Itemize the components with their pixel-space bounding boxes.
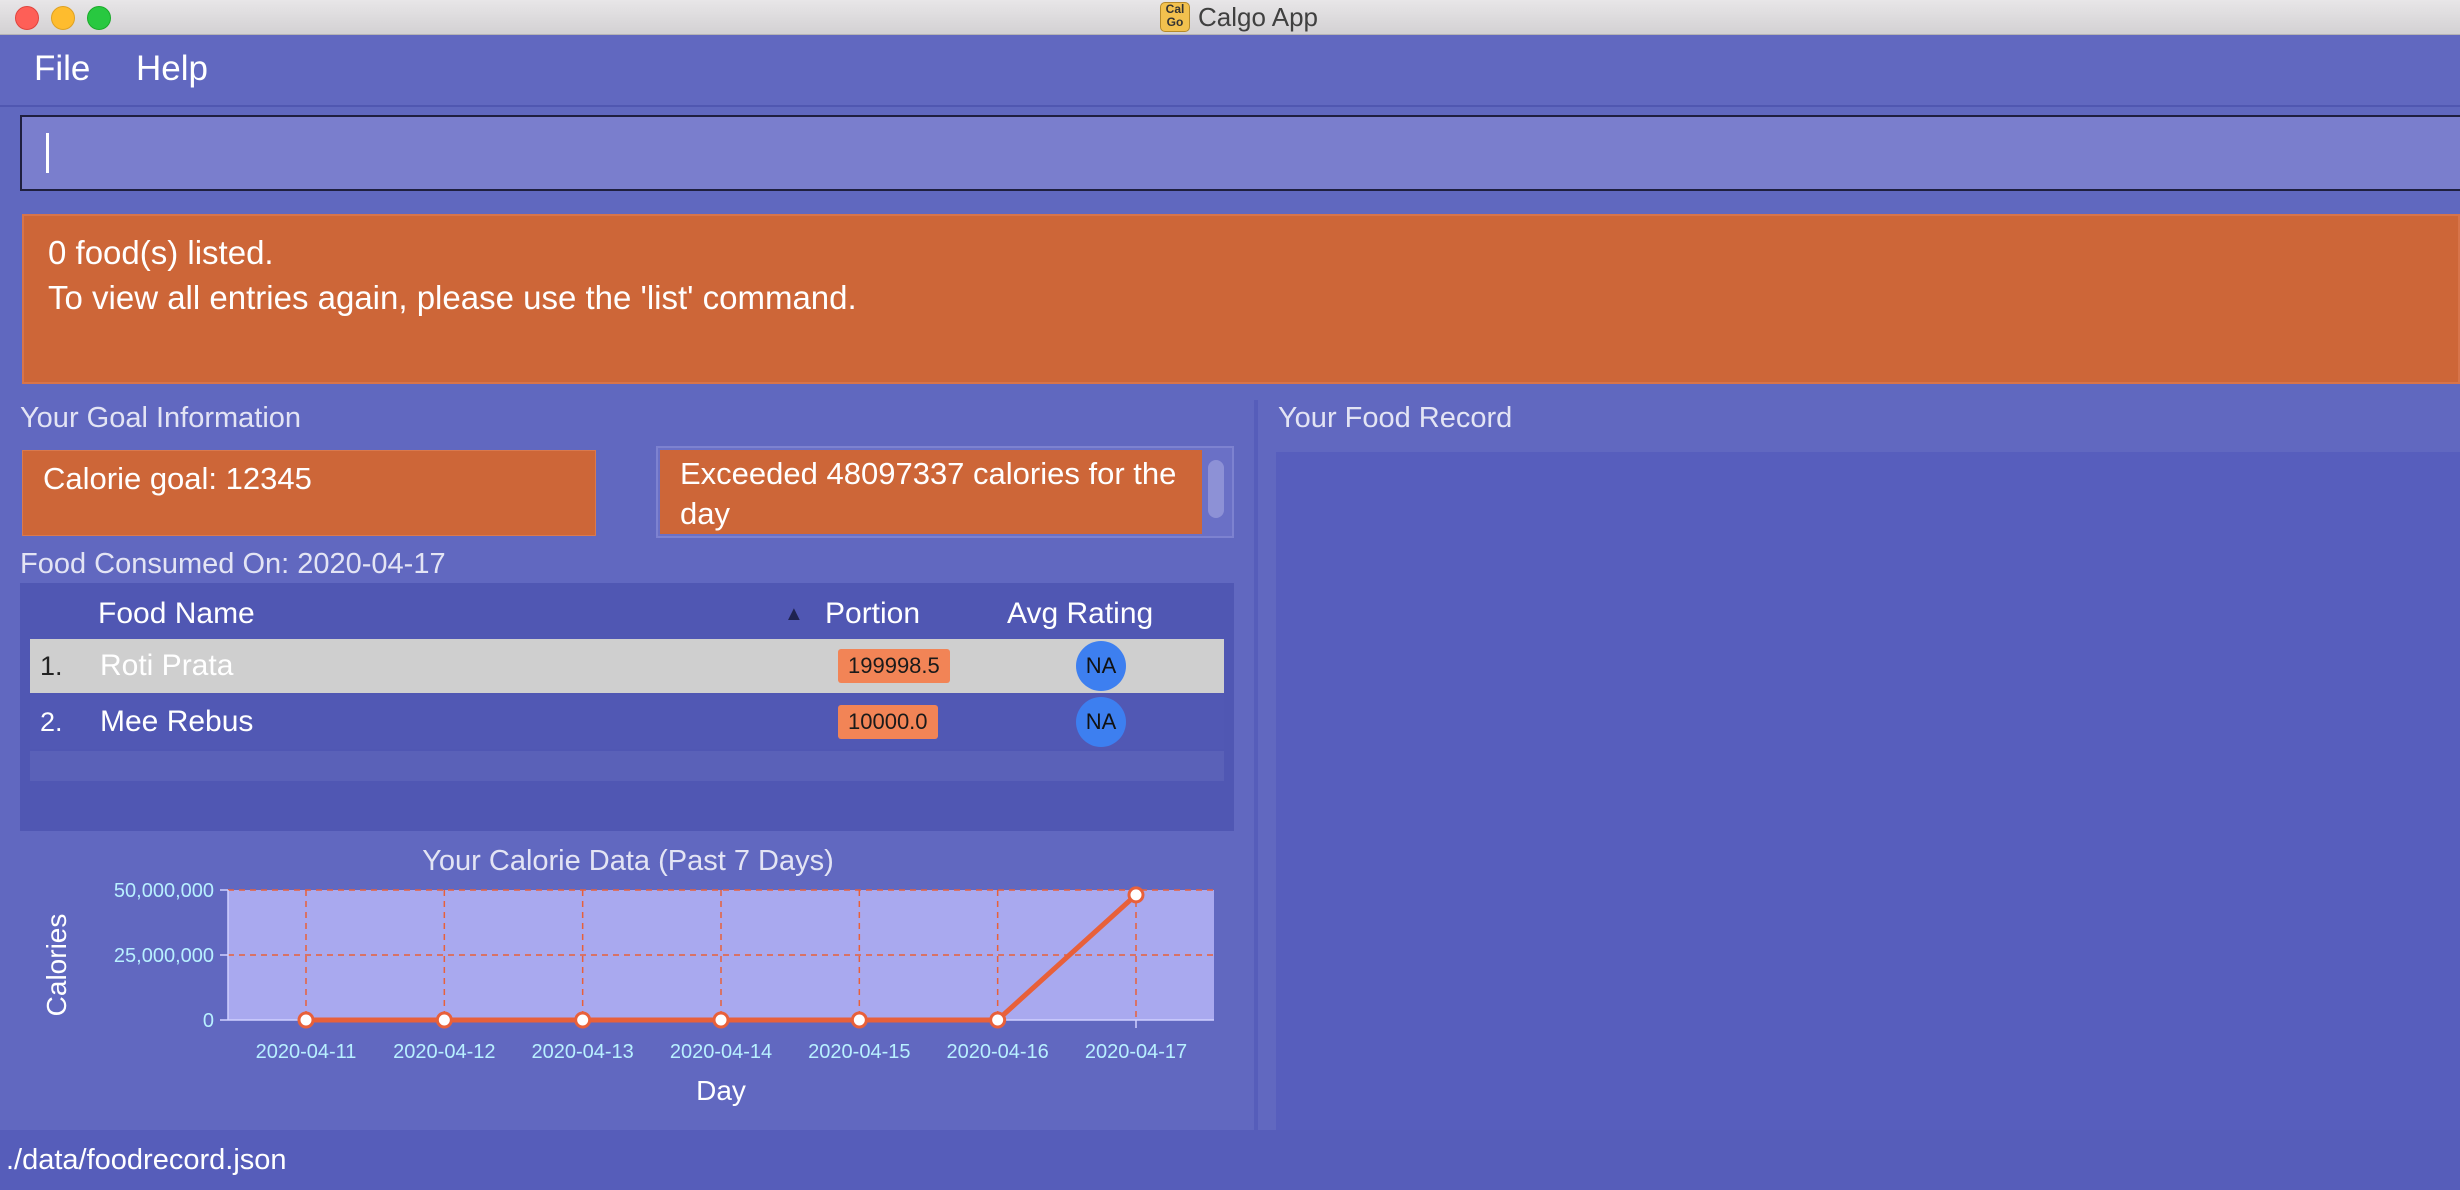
row-index: 1. xyxy=(40,651,63,681)
table-row[interactable]: 1. Roti Prata 199998.5 NA xyxy=(30,639,1224,693)
data-point xyxy=(574,1011,592,1029)
x-tick-label: 2020-04-12 xyxy=(393,1041,495,1063)
result-display: 0 food(s) listed. To view all entries ag… xyxy=(22,214,2460,384)
row-index: 2. xyxy=(40,707,63,737)
chart-title: Your Calorie Data (Past 7 Days) xyxy=(422,845,834,877)
exceeded-scrollbar[interactable] xyxy=(1208,460,1224,518)
goal-panel: Your Goal Information Calorie goal: 1234… xyxy=(0,400,1258,1130)
x-tick-label: 2020-04-16 xyxy=(947,1041,1049,1063)
x-tick-label: 2020-04-11 xyxy=(256,1041,357,1063)
column-header-avg-rating[interactable]: Avg Rating xyxy=(1007,597,1153,631)
food-name-cell: Mee Rebus xyxy=(100,705,254,738)
maximize-window-button[interactable] xyxy=(87,6,111,30)
table-empty-area xyxy=(30,751,1224,781)
y-axis-label: Calories xyxy=(41,914,72,1017)
exceeded-calories-box: Exceeded 48097337 calories for the day xyxy=(656,446,1234,538)
portion-badge: 10000.0 xyxy=(838,705,938,739)
exceeded-calories-text: Exceeded 48097337 calories for the day xyxy=(660,450,1202,534)
data-point xyxy=(435,1011,453,1029)
sort-ascending-icon[interactable]: ▲ xyxy=(784,603,804,626)
app-logo-icon: Cal Go xyxy=(1160,2,1190,32)
food-name-cell: Roti Prata xyxy=(100,649,234,682)
data-point xyxy=(712,1011,730,1029)
window-title: Calgo App xyxy=(1198,2,1318,32)
data-point xyxy=(1127,886,1145,904)
status-bar-file-path: ./data/foodrecord.json xyxy=(0,1130,2460,1190)
window-title-group: Cal Go Calgo App xyxy=(1160,0,1318,34)
column-header-portion[interactable]: Portion xyxy=(825,597,920,631)
calorie-goal-display: Calorie goal: 12345 xyxy=(22,450,596,536)
data-point xyxy=(850,1011,868,1029)
menu-help[interactable]: Help xyxy=(136,49,208,89)
text-caret xyxy=(46,133,49,173)
y-tick-label: 25,000,000 xyxy=(114,945,214,967)
rating-badge: NA xyxy=(1076,641,1126,691)
command-input[interactable] xyxy=(20,115,2460,191)
x-tick-label: 2020-04-15 xyxy=(808,1041,910,1063)
x-tick-label: 2020-04-17 xyxy=(1085,1041,1187,1063)
title-bar: Cal Go Calgo App xyxy=(0,0,2460,35)
y-tick-label: 0 xyxy=(203,1010,214,1032)
consumed-date-title: Food Consumed On: 2020-04-17 xyxy=(20,548,446,580)
menu-bar: File Help xyxy=(0,35,2460,107)
portion-badge: 199998.5 xyxy=(838,649,950,683)
food-record-list[interactable] xyxy=(1276,452,2460,1130)
x-tick-label: 2020-04-13 xyxy=(532,1041,634,1063)
food-record-title: Your Food Record xyxy=(1278,402,1513,434)
column-header-food-name[interactable]: Food Name xyxy=(98,597,255,631)
menu-file[interactable]: File xyxy=(34,49,90,89)
rating-badge: NA xyxy=(1076,697,1126,747)
data-point xyxy=(297,1011,315,1029)
minimize-window-button[interactable] xyxy=(51,6,75,30)
data-point xyxy=(989,1011,1007,1029)
y-tick-label: 50,000,000 xyxy=(114,880,214,902)
close-window-button[interactable] xyxy=(15,6,39,30)
consumed-food-table: Food Name ▲ Portion Avg Rating 1. Roti P… xyxy=(20,583,1234,831)
x-tick-label: 2020-04-14 xyxy=(670,1041,772,1063)
x-axis-label: Day xyxy=(696,1075,746,1106)
goal-section-title: Your Goal Information xyxy=(20,402,302,434)
calorie-line-chart: Your Calorie Data (Past 7 Days) 0 25,000,0… xyxy=(41,845,1214,1106)
table-row[interactable]: 2. Mee Rebus 10000.0 NA xyxy=(30,695,1224,749)
food-record-panel: Your Food Record xyxy=(1258,400,2460,1130)
